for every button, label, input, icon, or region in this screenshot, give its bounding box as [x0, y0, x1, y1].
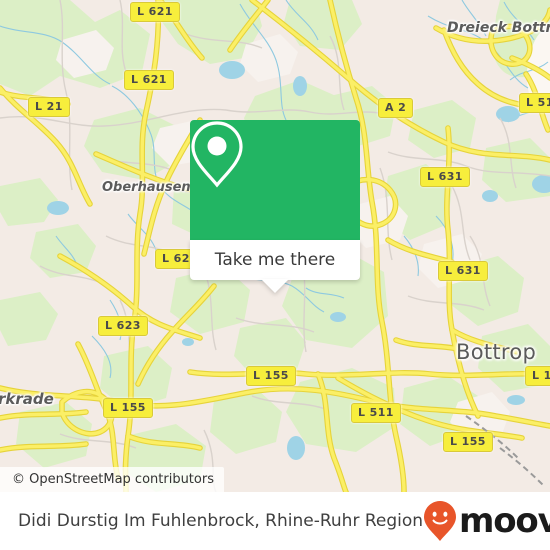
shield-l621-top[interactable]: L 621	[130, 2, 180, 22]
shield-l623[interactable]: L 623	[98, 316, 148, 336]
label-dreieck-bottrop: Dreieck Bottrop	[447, 20, 550, 36]
map-canvas[interactable]: L 621 L 621 L 21 A 2 L 511 L 631 L 623 L…	[0, 0, 550, 492]
map-screenshot: L 621 L 621 L 21 A 2 L 511 L 631 L 623 L…	[0, 0, 550, 550]
shield-l155-bottom[interactable]: L 155	[443, 432, 493, 452]
shield-l631-mid[interactable]: L 631	[438, 261, 488, 281]
shield-l21[interactable]: L 21	[28, 97, 70, 117]
shield-l511-bottom[interactable]: L 511	[351, 403, 401, 423]
footer-bar: Didi Durstig Im Fuhlenbrock, Rhine-Ruhr …	[0, 492, 550, 550]
label-sterkrade: rkrade	[0, 390, 54, 408]
moovit-smiley-pin-icon	[424, 501, 457, 541]
take-me-there-label: Take me there	[214, 250, 336, 270]
osm-attribution[interactable]: © OpenStreetMap contributors	[0, 467, 224, 492]
location-title: Didi Durstig Im Fuhlenbrock, Rhine-Ruhr …	[18, 511, 424, 531]
shield-l511-top[interactable]: L 511	[519, 93, 550, 113]
popup-pin-area	[190, 120, 360, 240]
label-bottrop: Bottrop	[456, 340, 537, 364]
moovit-brand[interactable]: moovit	[423, 500, 550, 542]
shield-l621-mid[interactable]: L 621	[124, 70, 174, 90]
map-pin-icon	[191, 121, 243, 188]
shield-a2[interactable]: A 2	[378, 98, 414, 118]
shield-l155-right[interactable]: L 155	[525, 366, 550, 386]
shield-l155-left[interactable]: L 155	[103, 398, 153, 418]
location-popup[interactable]: Take me there	[190, 120, 360, 293]
popup-pointer-arrow	[261, 279, 289, 293]
shield-l155-mid[interactable]: L 155	[246, 366, 296, 386]
shield-l631-top[interactable]: L 631	[420, 167, 470, 187]
popup-action-bar[interactable]: Take me there	[190, 240, 360, 293]
moovit-wordmark: moovit	[459, 501, 550, 541]
